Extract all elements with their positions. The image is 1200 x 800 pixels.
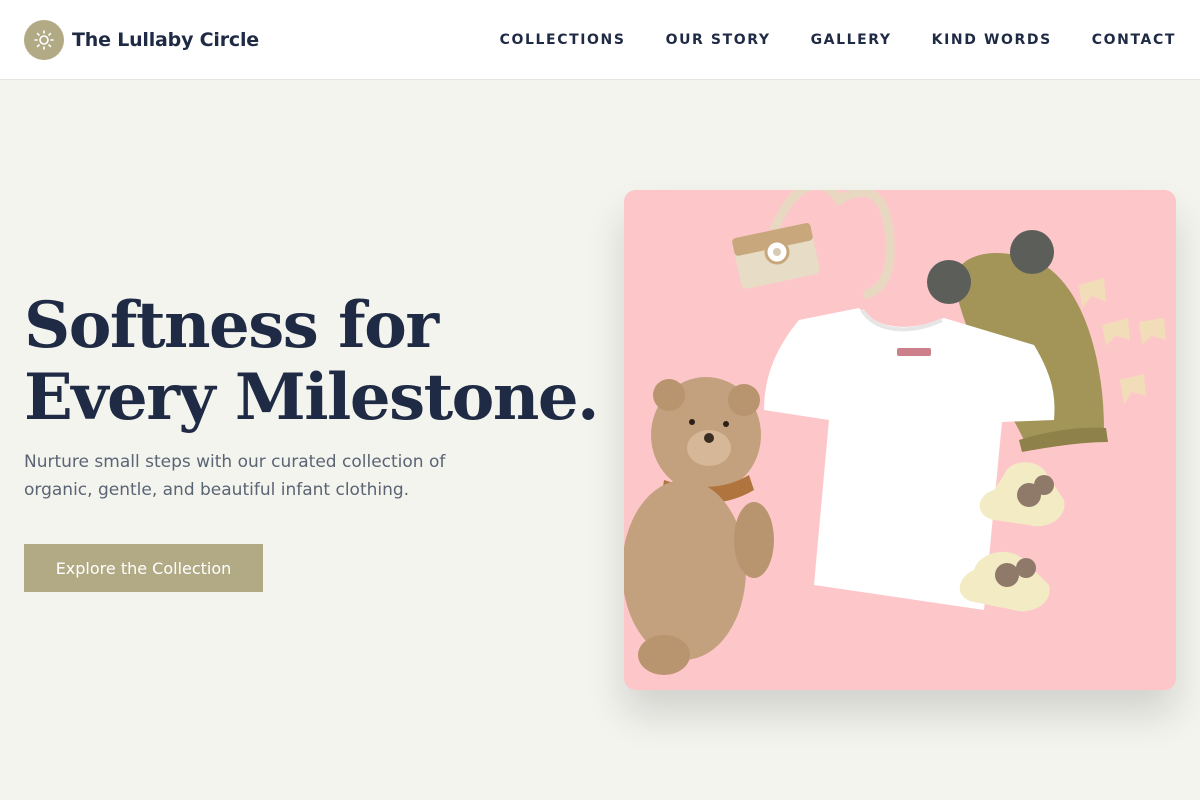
main-nav: COLLECTIONS OUR STORY GALLERY KIND WORDS…: [460, 0, 1176, 80]
hero-section: Softness for Every Milestone. Nurture sm…: [24, 290, 604, 592]
hero-headline: Softness for Every Milestone.: [24, 290, 604, 434]
site-header: The Lullaby Circle COLLECTIONS OUR STORY…: [0, 0, 1200, 80]
brand-link[interactable]: The Lullaby Circle: [24, 20, 259, 60]
brand-name: The Lullaby Circle: [72, 29, 259, 51]
nav-contact[interactable]: CONTACT: [1092, 32, 1176, 48]
nav-our-story[interactable]: OUR STORY: [666, 32, 771, 48]
hero-image: [624, 190, 1176, 690]
nav-collections[interactable]: COLLECTIONS: [500, 32, 626, 48]
headline-line-2: Every Milestone.: [24, 360, 599, 435]
sun-icon: [24, 20, 64, 60]
explore-collection-button[interactable]: Explore the Collection: [24, 544, 263, 592]
nav-gallery[interactable]: GALLERY: [811, 32, 892, 48]
nav-kind-words[interactable]: KIND WORDS: [932, 32, 1052, 48]
headline-line-1: Softness for: [24, 288, 439, 363]
hero-subtitle: Nurture small steps with our curated col…: [24, 452, 446, 500]
